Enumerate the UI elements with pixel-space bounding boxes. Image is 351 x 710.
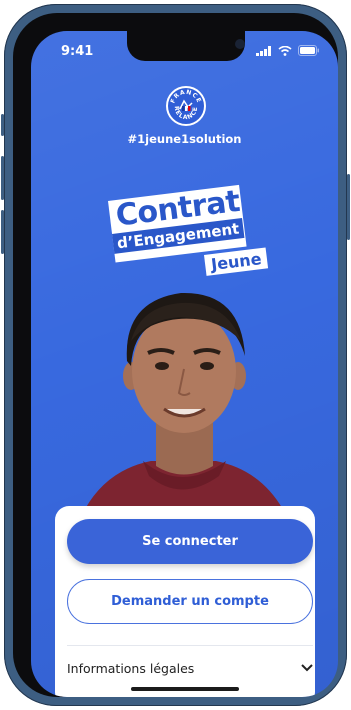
volume-up-button: [1, 156, 4, 200]
svg-text:FRANCE: FRANCE: [169, 89, 202, 105]
mute-switch: [1, 114, 4, 136]
wifi-icon: [278, 45, 292, 56]
front-camera: [235, 39, 245, 49]
contrat-engagement-jeune-logo: Contrat d’Engagement Jeune: [106, 184, 281, 288]
card-divider: [67, 645, 313, 646]
camera-notch: [127, 31, 245, 61]
legal-info-label: Informations légales: [67, 660, 195, 676]
battery-icon: [298, 45, 319, 56]
home-indicator: [131, 687, 239, 691]
power-button: [347, 174, 350, 240]
login-button[interactable]: Se connecter: [67, 519, 313, 564]
legal-info-toggle[interactable]: Informations légales: [67, 652, 313, 684]
status-time: 9:41: [61, 44, 94, 59]
chevron-down-icon: [301, 664, 313, 672]
volume-down-button: [1, 210, 4, 254]
request-account-button[interactable]: Demander un compte: [67, 579, 313, 624]
action-card: Se connecter Demander un compte Informat…: [55, 506, 315, 697]
signal-icon: [256, 45, 271, 56]
phone-frame: 9:41 FRANCE RELANCE #1jeune1solution Con…: [1, 4, 350, 706]
hashtag-label: #1jeune1solution: [127, 132, 242, 146]
france-relance-logo: FRANCE RELANCE: [166, 86, 206, 126]
logo-jeune-text: Jeune: [204, 247, 269, 276]
status-icons: [256, 45, 320, 56]
app-screen: 9:41 FRANCE RELANCE #1jeune1solution Con…: [31, 31, 338, 697]
phone-bezel: 9:41 FRANCE RELANCE #1jeune1solution Con…: [13, 13, 338, 697]
